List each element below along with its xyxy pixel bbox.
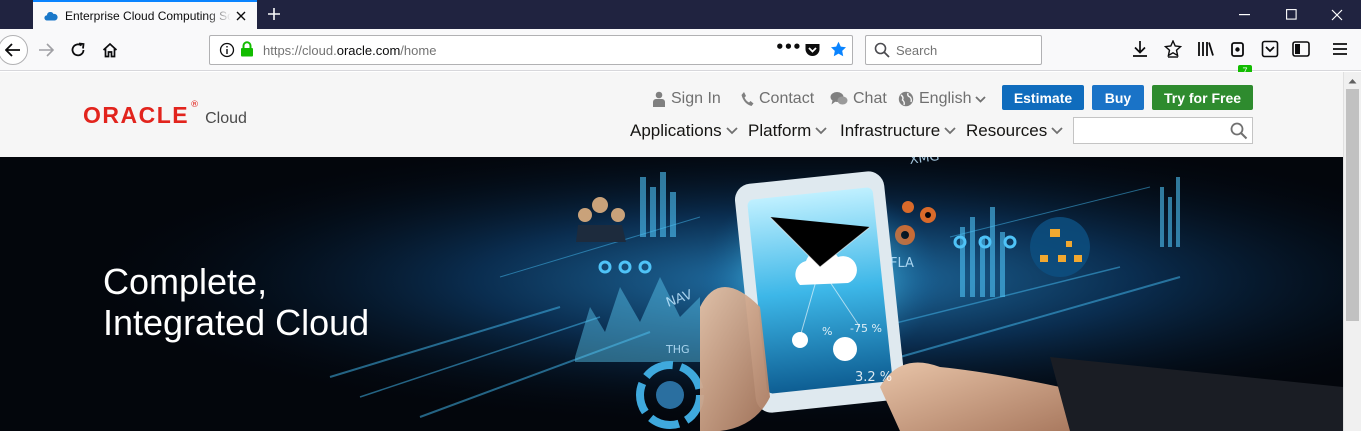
- url-prefix: https://cloud.: [263, 43, 337, 58]
- new-tab-button[interactable]: [263, 3, 285, 25]
- registered-mark-icon: ®: [190, 100, 200, 110]
- chevron-down-icon: [1051, 127, 1063, 135]
- logo-oracle-text: ORACLE: [83, 102, 190, 128]
- nav-infrastructure-label: Infrastructure: [840, 121, 941, 140]
- chevron-down-icon: [815, 127, 827, 135]
- contact-link[interactable]: Contact: [740, 90, 814, 108]
- nav-resources-label: Resources: [966, 121, 1048, 140]
- nav-applications-label: Applications: [630, 121, 722, 140]
- nav-applications[interactable]: Applications: [630, 121, 738, 141]
- scrollbar-thumb[interactable]: [1346, 89, 1359, 321]
- maximize-window-button[interactable]: [1268, 0, 1314, 29]
- try-for-free-button[interactable]: Try for Free: [1152, 85, 1253, 110]
- logo-cloud-text: Cloud: [205, 110, 247, 127]
- estimate-button[interactable]: Estimate: [1002, 85, 1084, 110]
- hero-banner: XMG FLA NAV THG -75 % 3.2 % % Complete, …: [0, 157, 1343, 431]
- language-selector[interactable]: English: [898, 90, 991, 108]
- bookmark-star-icon[interactable]: [830, 41, 847, 62]
- sign-in-label: Sign In: [671, 90, 721, 107]
- sidebar-icon[interactable]: [1291, 39, 1311, 59]
- pocket-toolbar-icon[interactable]: [1260, 39, 1280, 59]
- url-path: /home: [400, 43, 437, 58]
- hero-label-thg: THG: [665, 343, 690, 356]
- hero-label-percent-c: %: [822, 325, 832, 338]
- url-bar[interactable]: https://cloud.oracle.com/home •••: [209, 35, 853, 65]
- bookmarks-star-icon[interactable]: [1163, 39, 1183, 59]
- oracle-cloud-logo[interactable]: ORACLE ® Cloud: [83, 100, 247, 129]
- browser-search-bar[interactable]: [865, 35, 1042, 65]
- library-icon[interactable]: [1196, 39, 1216, 59]
- downloads-icon[interactable]: [1130, 39, 1150, 59]
- page-actions-icon[interactable]: •••: [775, 38, 802, 56]
- reload-button[interactable]: [63, 35, 93, 65]
- page-scrollbar[interactable]: [1343, 72, 1361, 431]
- close-window-button[interactable]: [1314, 0, 1360, 29]
- chevron-down-icon: [975, 95, 987, 103]
- hero-label-fla: FLA: [890, 256, 914, 271]
- buy-button[interactable]: Buy: [1092, 85, 1144, 110]
- nav-infrastructure[interactable]: Infrastructure: [840, 121, 956, 141]
- nav-platform-label: Platform: [748, 121, 812, 140]
- extension-icon[interactable]: [1229, 39, 1249, 59]
- home-button[interactable]: [95, 35, 125, 65]
- phone-icon: [741, 92, 754, 106]
- pocket-icon[interactable]: [804, 42, 821, 62]
- nav-resources[interactable]: Resources: [966, 121, 1063, 141]
- url-domain: oracle.com: [336, 43, 401, 58]
- hero-label-percent-a: -75 %: [850, 322, 882, 335]
- chevron-down-icon: [944, 127, 956, 135]
- hero-label-percent-b: 3.2 %: [855, 370, 892, 385]
- contact-label: Contact: [759, 90, 815, 107]
- hero-headline: Complete, Integrated Cloud: [103, 261, 369, 343]
- browser-tab-active[interactable]: Enterprise Cloud Computing Solutions: [33, 0, 257, 29]
- search-icon[interactable]: [1230, 122, 1248, 144]
- chat-label: Chat: [853, 90, 887, 107]
- scroll-up-arrow-icon[interactable]: [1344, 72, 1361, 89]
- globe-icon: [898, 91, 914, 107]
- info-icon[interactable]: [219, 42, 235, 62]
- hero-headline-line1: Complete,: [103, 261, 268, 302]
- chevron-down-icon: [726, 127, 738, 135]
- back-button[interactable]: [0, 35, 28, 65]
- site-search-box[interactable]: [1073, 117, 1253, 144]
- sign-in-link[interactable]: Sign In: [652, 90, 721, 108]
- browser-search-input[interactable]: [896, 41, 1036, 59]
- url-text[interactable]: https://cloud.oracle.com/home: [263, 43, 436, 58]
- hamburger-menu-icon[interactable]: [1330, 39, 1350, 59]
- browser-toolbar: https://cloud.oracle.com/home ••• 7: [0, 29, 1361, 77]
- person-icon: [653, 91, 665, 107]
- browser-tabstrip: Enterprise Cloud Computing Solutions: [0, 0, 1361, 29]
- tab-title: Enterprise Cloud Computing Solutions: [65, 8, 231, 23]
- site-header: ORACLE ® Cloud Sign In Contact Chat Engl…: [0, 72, 1343, 157]
- hero-headline-line2: Integrated Cloud: [103, 302, 370, 343]
- forward-button[interactable]: [31, 35, 61, 65]
- language-label: English: [919, 90, 972, 107]
- search-icon: [874, 42, 890, 62]
- chat-link[interactable]: Chat: [830, 90, 887, 108]
- site-search-input[interactable]: [1080, 122, 1228, 140]
- chat-bubbles-icon: [830, 92, 848, 105]
- nav-platform[interactable]: Platform: [748, 121, 827, 141]
- close-tab-icon[interactable]: [233, 8, 249, 24]
- minimize-window-button[interactable]: [1222, 0, 1268, 29]
- secure-lock-icon[interactable]: [240, 41, 254, 61]
- cloud-favicon-icon: [43, 8, 59, 24]
